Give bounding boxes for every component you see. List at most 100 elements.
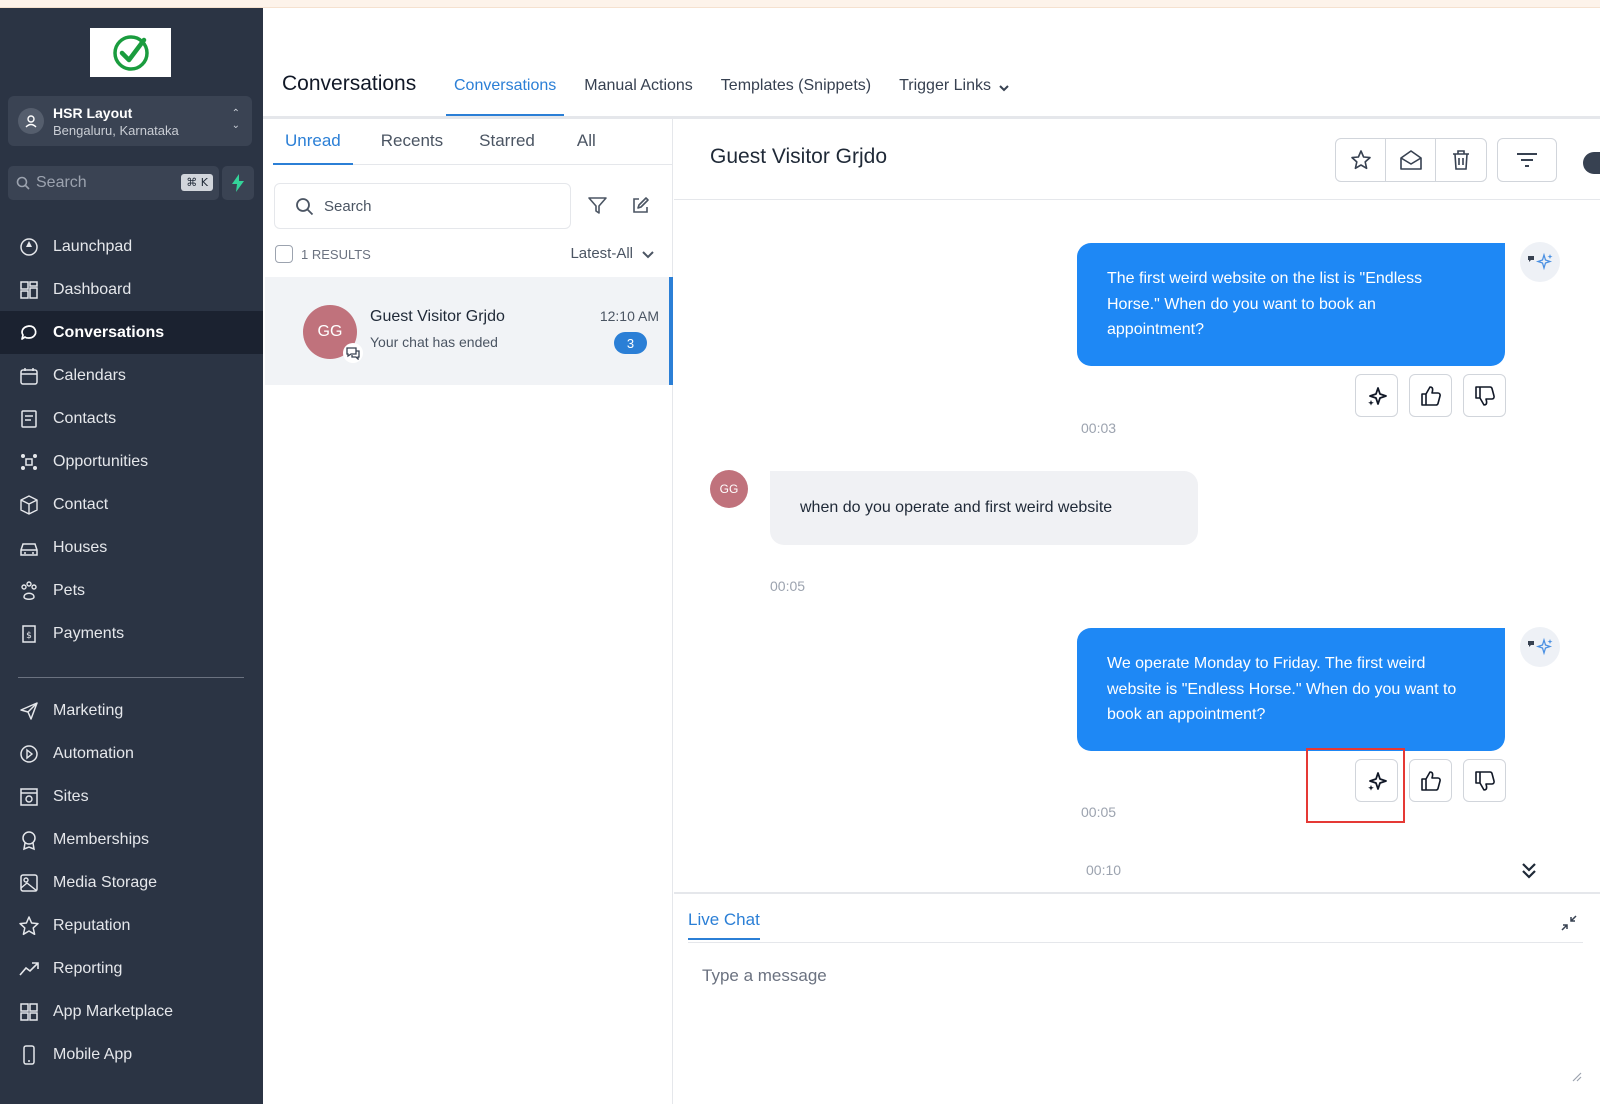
- filter-icon[interactable]: [587, 195, 608, 216]
- sidebar-item-dashboard[interactable]: Dashboard: [0, 268, 263, 311]
- mark-unread-button[interactable]: [1386, 139, 1436, 181]
- thumbs-up-button[interactable]: [1409, 374, 1452, 417]
- message-timestamp: 00:03: [1081, 420, 1117, 436]
- thumbs-down-button[interactable]: [1463, 374, 1506, 417]
- highlight-box: [1306, 748, 1405, 823]
- sidebar-item-label: Contact: [53, 495, 109, 513]
- conversation-item[interactable]: GG Guest Visitor Grjdo Your chat has end…: [265, 277, 673, 385]
- sidebar-item-reporting[interactable]: Reporting: [0, 947, 263, 990]
- tab-starred[interactable]: Starred: [467, 119, 547, 165]
- sidebar-item-media-storage[interactable]: Media Storage: [0, 861, 263, 904]
- lightning-icon: [232, 174, 244, 192]
- sidebar-item-payments[interactable]: $ Payments: [0, 612, 263, 655]
- image-icon: [18, 872, 40, 894]
- sidebar-item-houses[interactable]: Houses: [0, 526, 263, 569]
- message-composer: Live Chat: [674, 892, 1600, 1104]
- compose-icon[interactable]: [630, 195, 651, 216]
- sidebar-search-placeholder: Search: [36, 174, 87, 191]
- chat-filter-button[interactable]: [1497, 138, 1557, 182]
- tab-trigger-links[interactable]: Trigger Links: [891, 66, 1018, 116]
- conversation-preview: Your chat has ended: [370, 334, 498, 350]
- composer-divider: [688, 942, 1583, 943]
- scroll-to-bottom-icon[interactable]: [1519, 860, 1539, 882]
- sidebar-item-calendars[interactable]: Calendars: [0, 354, 263, 397]
- thumbs-up-icon: [1420, 385, 1441, 406]
- message-inbound: when do you operate and first weird webs…: [770, 471, 1198, 545]
- quick-actions-button[interactable]: [222, 166, 254, 200]
- thumbs-down-button[interactable]: [1463, 759, 1506, 802]
- collapse-arrows-icon[interactable]: [1560, 914, 1578, 932]
- tab-unread[interactable]: Unread: [273, 119, 353, 165]
- calendar-icon: [18, 365, 40, 387]
- sidebar-item-pets[interactable]: Pets: [0, 569, 263, 612]
- tab-recents[interactable]: Recents: [369, 119, 455, 165]
- phone-icon: [18, 1044, 40, 1066]
- results-row: 1 RESULTS Latest-All: [275, 243, 665, 265]
- conversation-name: Guest Visitor Grjdo: [370, 308, 505, 325]
- thumbs-up-button[interactable]: [1409, 759, 1452, 802]
- checkmark-logo-icon: [112, 34, 149, 71]
- ai-bot-icon: [1520, 627, 1560, 667]
- chevron-updown-icon: ⌃ ⌄: [231, 108, 240, 131]
- sidebar-item-sites[interactable]: Sites: [0, 775, 263, 818]
- sidebar-item-mobile-app[interactable]: Mobile App: [0, 1033, 263, 1076]
- sidebar-item-reputation[interactable]: Reputation: [0, 904, 263, 947]
- sidebar-item-label: Sites: [53, 787, 89, 805]
- ai-bot-icon: [1520, 242, 1560, 282]
- tab-manual-actions[interactable]: Manual Actions: [576, 66, 701, 116]
- chat-channel-icon: [343, 343, 363, 363]
- star-icon: [1350, 150, 1371, 170]
- search-icon: [296, 197, 314, 215]
- sidebar-search[interactable]: Search ⌘ K: [8, 166, 219, 200]
- location-sub: Bengaluru, Karnataka: [53, 122, 179, 138]
- sidebar-item-automation[interactable]: Automation: [0, 732, 263, 775]
- tab-conversations[interactable]: Conversations: [446, 66, 565, 116]
- conversation-search-input[interactable]: Search: [274, 183, 571, 229]
- avatar: GG: [710, 470, 748, 508]
- sidebar-item-memberships[interactable]: Memberships: [0, 818, 263, 861]
- trend-icon: [18, 958, 40, 980]
- grid-icon: [18, 1001, 40, 1023]
- collapse-panel-button[interactable]: [1583, 152, 1600, 174]
- sidebar-item-label: Reputation: [53, 916, 131, 934]
- sidebar-item-conversations[interactable]: Conversations: [0, 311, 263, 354]
- location-switcher[interactable]: HSR Layout Bengaluru, Karnataka ⌃ ⌄: [8, 96, 252, 146]
- resize-handle-icon[interactable]: [1572, 1072, 1582, 1082]
- sidebar-item-launchpad[interactable]: Launchpad: [0, 225, 263, 268]
- tab-all[interactable]: All: [565, 119, 608, 165]
- ai-sparkle-button[interactable]: [1355, 374, 1398, 417]
- sidebar-item-contacts[interactable]: Contacts: [0, 397, 263, 440]
- sidebar-divider: [18, 677, 244, 678]
- delete-button[interactable]: [1436, 139, 1486, 181]
- sidebar-item-label: Calendars: [53, 366, 126, 384]
- sidebar-item-contact[interactable]: Contact: [0, 483, 263, 526]
- message-input[interactable]: [688, 956, 1583, 1090]
- contacts-icon: [18, 408, 40, 430]
- sidebar-item-label: Conversations: [53, 323, 165, 341]
- message-outbound: The first weird website on the list is "…: [1077, 243, 1505, 366]
- paw-icon: [18, 580, 40, 602]
- sort-dropdown[interactable]: Latest-All: [570, 245, 655, 262]
- conversation-list-panel: Unread Recents Starred All Search 1 RESU…: [263, 119, 673, 1104]
- box-icon: [18, 494, 40, 516]
- sidebar-item-opportunities[interactable]: Opportunities: [0, 440, 263, 483]
- page-title: Conversations: [282, 72, 417, 95]
- tab-live-chat[interactable]: Live Chat: [688, 910, 760, 940]
- trash-icon: [1453, 150, 1469, 170]
- sidebar-item-app-marketplace[interactable]: App Marketplace: [0, 990, 263, 1033]
- tab-templates[interactable]: Templates (Snippets): [713, 66, 879, 116]
- star-icon: [18, 915, 40, 937]
- star-button[interactable]: [1336, 139, 1386, 181]
- badge-icon: [18, 829, 40, 851]
- automation-icon: [18, 743, 40, 765]
- opportunities-icon: [18, 451, 40, 473]
- select-all-checkbox[interactable]: [275, 245, 293, 263]
- chat-action-group: [1335, 138, 1487, 182]
- car-icon: [18, 537, 40, 559]
- sidebar-item-label: Houses: [53, 538, 108, 556]
- sidebar-item-marketing[interactable]: Marketing: [0, 689, 263, 732]
- logo[interactable]: [90, 28, 171, 77]
- sparkle-icon: [1367, 386, 1387, 406]
- chevron-down-icon: [642, 250, 654, 258]
- sidebar-item-label: Mobile App: [53, 1045, 133, 1063]
